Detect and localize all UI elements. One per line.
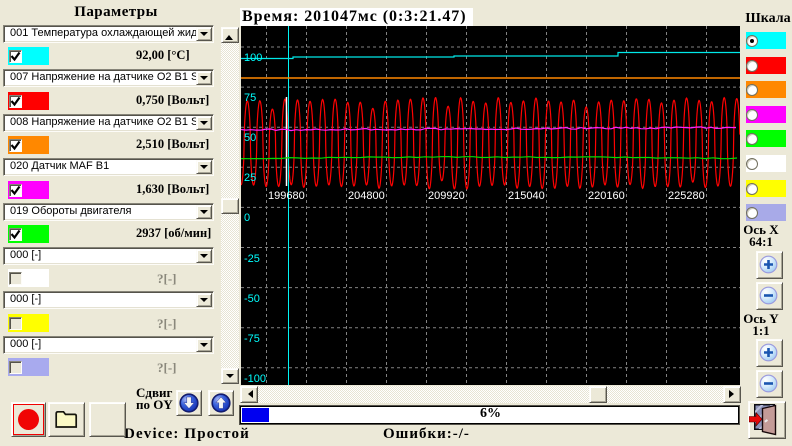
- svg-text:-50: -50: [244, 293, 260, 305]
- svg-text:75: 75: [244, 92, 256, 104]
- svg-text:204800: 204800: [348, 190, 385, 202]
- svg-text:209920: 209920: [428, 190, 465, 202]
- svg-text:-25: -25: [244, 253, 260, 265]
- svg-text:0: 0: [244, 212, 250, 224]
- svg-text:199680: 199680: [268, 190, 305, 202]
- svg-text:-100: -100: [244, 373, 266, 385]
- svg-text:225280: 225280: [668, 190, 705, 202]
- svg-text:50: 50: [244, 132, 256, 144]
- svg-text:220160: 220160: [588, 190, 625, 202]
- svg-text:-75: -75: [244, 333, 260, 345]
- svg-text:215040: 215040: [508, 190, 545, 202]
- svg-text:100: 100: [244, 52, 262, 64]
- svg-text:25: 25: [244, 172, 256, 184]
